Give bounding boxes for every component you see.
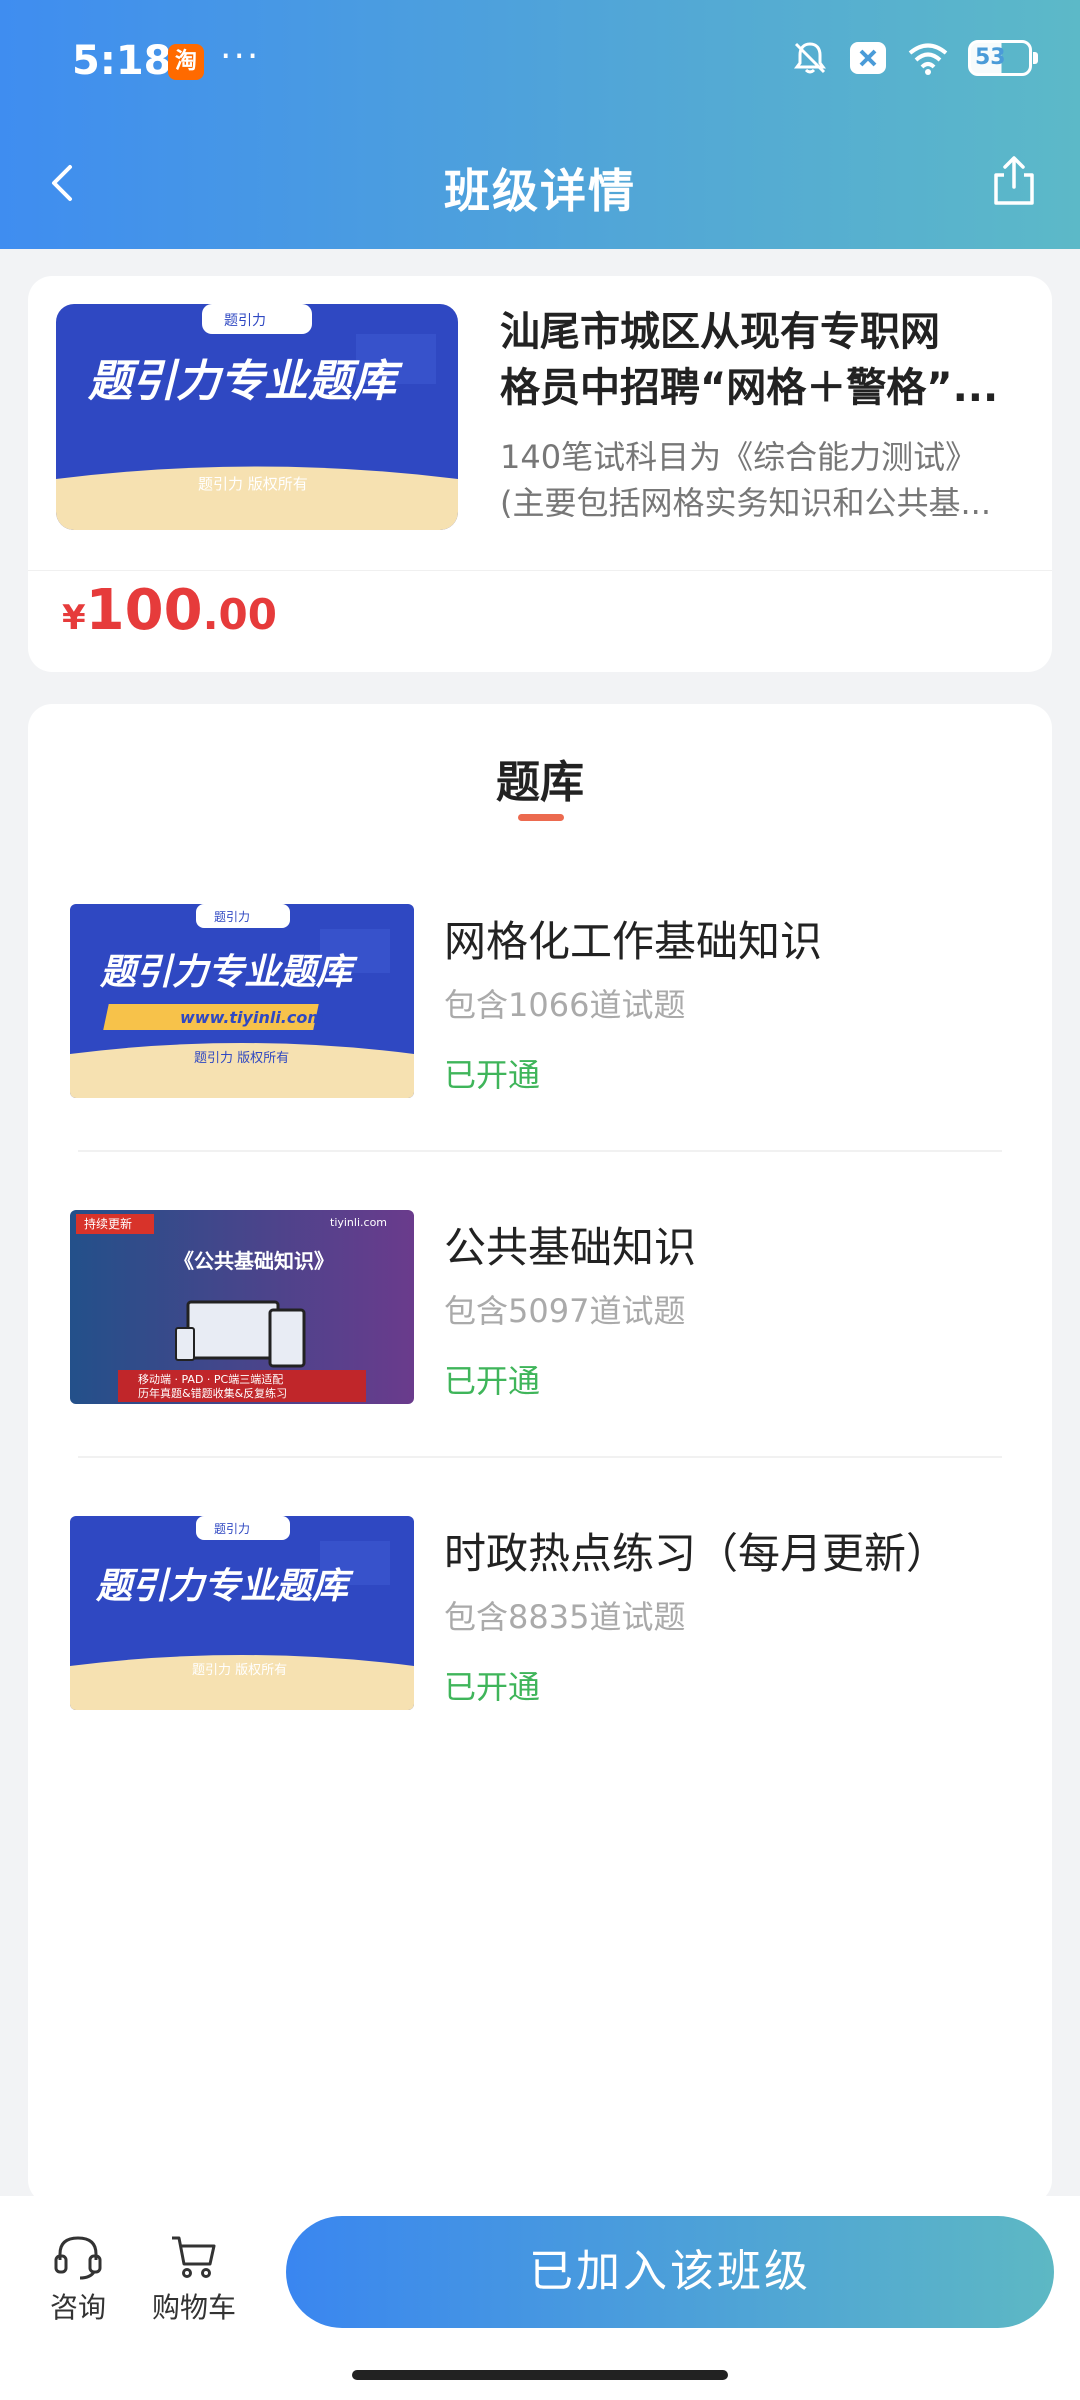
thumb-url: www.tiyinli.com: [180, 1008, 324, 1027]
joined-class-button[interactable]: 已加入该班级: [286, 2216, 1054, 2328]
bottom-action-bar: 咨询 购物车 已加入该班级: [0, 2196, 1080, 2400]
headset-icon: [54, 2236, 102, 2280]
price-integer: 100: [85, 578, 203, 643]
question-count: 包含5097道试题: [444, 1292, 686, 1330]
cover-logo: 题引力: [224, 313, 266, 329]
divider: [28, 570, 1052, 571]
cart-label: 购物车: [151, 2291, 236, 2324]
class-cover-image: 题引力 题引力专业题库 题引力 版权所有: [56, 304, 458, 530]
thumb-line-2: 历年真题&错题收集&反复练习: [138, 1386, 287, 1400]
thumb-badge: 持续更新: [84, 1216, 132, 1231]
close-notification-icon: [850, 42, 886, 74]
question-bank-cover-art: 题引力 题引力专业题库 题引力 版权所有: [70, 1516, 414, 1710]
status-time: 5:18: [72, 38, 172, 84]
thumb-footer: 题引力 版权所有: [194, 1050, 289, 1066]
divider: [78, 1456, 1002, 1458]
header: 5:18 淘 ··· 53 班级详情: [0, 0, 1080, 249]
thumb-footer: 题引力 版权所有: [192, 1662, 287, 1678]
home-indicator[interactable]: [352, 2370, 728, 2380]
divider: [78, 1150, 1002, 1152]
question-count: 包含8835道试题: [444, 1598, 686, 1636]
thumb-headline: 题引力专业题库: [95, 1566, 354, 1607]
question-bank-name: 公共基础知识: [444, 1223, 697, 1272]
thumb-line-1: 移动端 · PAD · PC端三端适配: [138, 1373, 283, 1386]
price-decimal: .00: [202, 590, 277, 639]
status-badge: 已开通: [444, 1362, 541, 1400]
status-icons: 53: [790, 38, 1038, 78]
thumb-headline: 题引力专业题库: [99, 952, 358, 993]
cart-button[interactable]: 购物车: [148, 2232, 240, 2326]
status-bar: 5:18 淘 ··· 53: [0, 0, 1080, 125]
battery-level: 53: [975, 45, 1006, 70]
shopping-cart-icon: [172, 2236, 216, 2278]
question-bank-thumbnail: 题引力 题引力专业题库 www.tiyinli.com 题引力 版权所有: [70, 904, 414, 1098]
taobao-app-icon: 淘: [168, 44, 204, 80]
battery-icon: 53: [968, 40, 1038, 76]
question-bank-item[interactable]: 持续更新 tiyinli.com 《公共基础知识》 移动端 · PAD · PC…: [70, 1210, 1030, 1404]
section-title[interactable]: 题库: [28, 746, 1052, 810]
question-bank-name: 网格化工作基础知识: [444, 917, 823, 966]
class-description-line-2: (主要包括网格实务知识和公共基...: [500, 484, 992, 522]
class-price: ¥100.00: [62, 578, 277, 643]
public-knowledge-cover-art: 持续更新 tiyinli.com 《公共基础知识》 移动端 · PAD · PC…: [70, 1210, 414, 1404]
price-currency: ¥: [62, 598, 86, 638]
thumb-headline: 《公共基础知识》: [174, 1249, 334, 1273]
question-bank-item[interactable]: 题引力 题引力专业题库 题引力 版权所有 时政热点练习（每月更新） 包含8835…: [70, 1516, 1030, 1710]
class-title[interactable]: 汕尾市城区从现有专职网 格员中招聘“网格＋警格”...: [500, 304, 1020, 416]
status-badge: 已开通: [444, 1668, 541, 1706]
class-summary-card: 题引力 题引力专业题库 题引力 版权所有 汕尾市城区从现有专职网 格员中招聘“网…: [28, 276, 1052, 672]
thumb-logo: 题引力: [214, 910, 250, 924]
class-title-line-2: 格员中招聘“网格＋警格”...: [500, 365, 999, 411]
class-description-line-1: 140笔试科目为《综合能力测试》: [500, 438, 978, 476]
question-bank-item[interactable]: 题引力 题引力专业题库 www.tiyinli.com 题引力 版权所有 网格化…: [70, 904, 1030, 1098]
status-badge: 已开通: [444, 1056, 541, 1094]
question-bank-thumbnail: 持续更新 tiyinli.com 《公共基础知识》 移动端 · PAD · PC…: [70, 1210, 414, 1404]
nav-bar: 班级详情: [0, 125, 1080, 249]
consult-button[interactable]: 咨询: [42, 2232, 114, 2326]
bell-muted-icon: [794, 42, 826, 74]
question-bank-card: 题库 题引力 题引力专业题库 www.tiyinli.com 题引力 版权所有 …: [28, 704, 1052, 2204]
share-icon[interactable]: [984, 151, 1044, 211]
thumb-brand: tiyinli.com: [330, 1216, 387, 1229]
question-bank-thumbnail: 题引力 题引力专业题库 题引力 版权所有: [70, 1516, 414, 1710]
wifi-icon: [908, 43, 948, 75]
more-notifications-icon: ···: [220, 36, 261, 77]
class-title-line-1: 汕尾市城区从现有专职网: [500, 309, 940, 355]
tab-underline: [518, 814, 564, 821]
question-bank-cover-art: 题引力 题引力专业题库 题引力 版权所有: [56, 304, 458, 530]
cover-footer: 题引力 版权所有: [198, 475, 308, 493]
thumb-logo: 题引力: [214, 1522, 250, 1536]
consult-label: 咨询: [49, 2291, 106, 2324]
question-bank-cover-art: 题引力 题引力专业题库 www.tiyinli.com 题引力 版权所有: [70, 904, 414, 1098]
cover-headline: 题引力专业题库: [87, 356, 403, 407]
page-title: 班级详情: [444, 164, 636, 218]
question-bank-name: 时政热点练习（每月更新）: [444, 1529, 949, 1578]
question-count: 包含1066道试题: [444, 986, 686, 1024]
class-description: 140笔试科目为《综合能力测试》 (主要包括网格实务知识和公共基...: [500, 434, 1020, 526]
